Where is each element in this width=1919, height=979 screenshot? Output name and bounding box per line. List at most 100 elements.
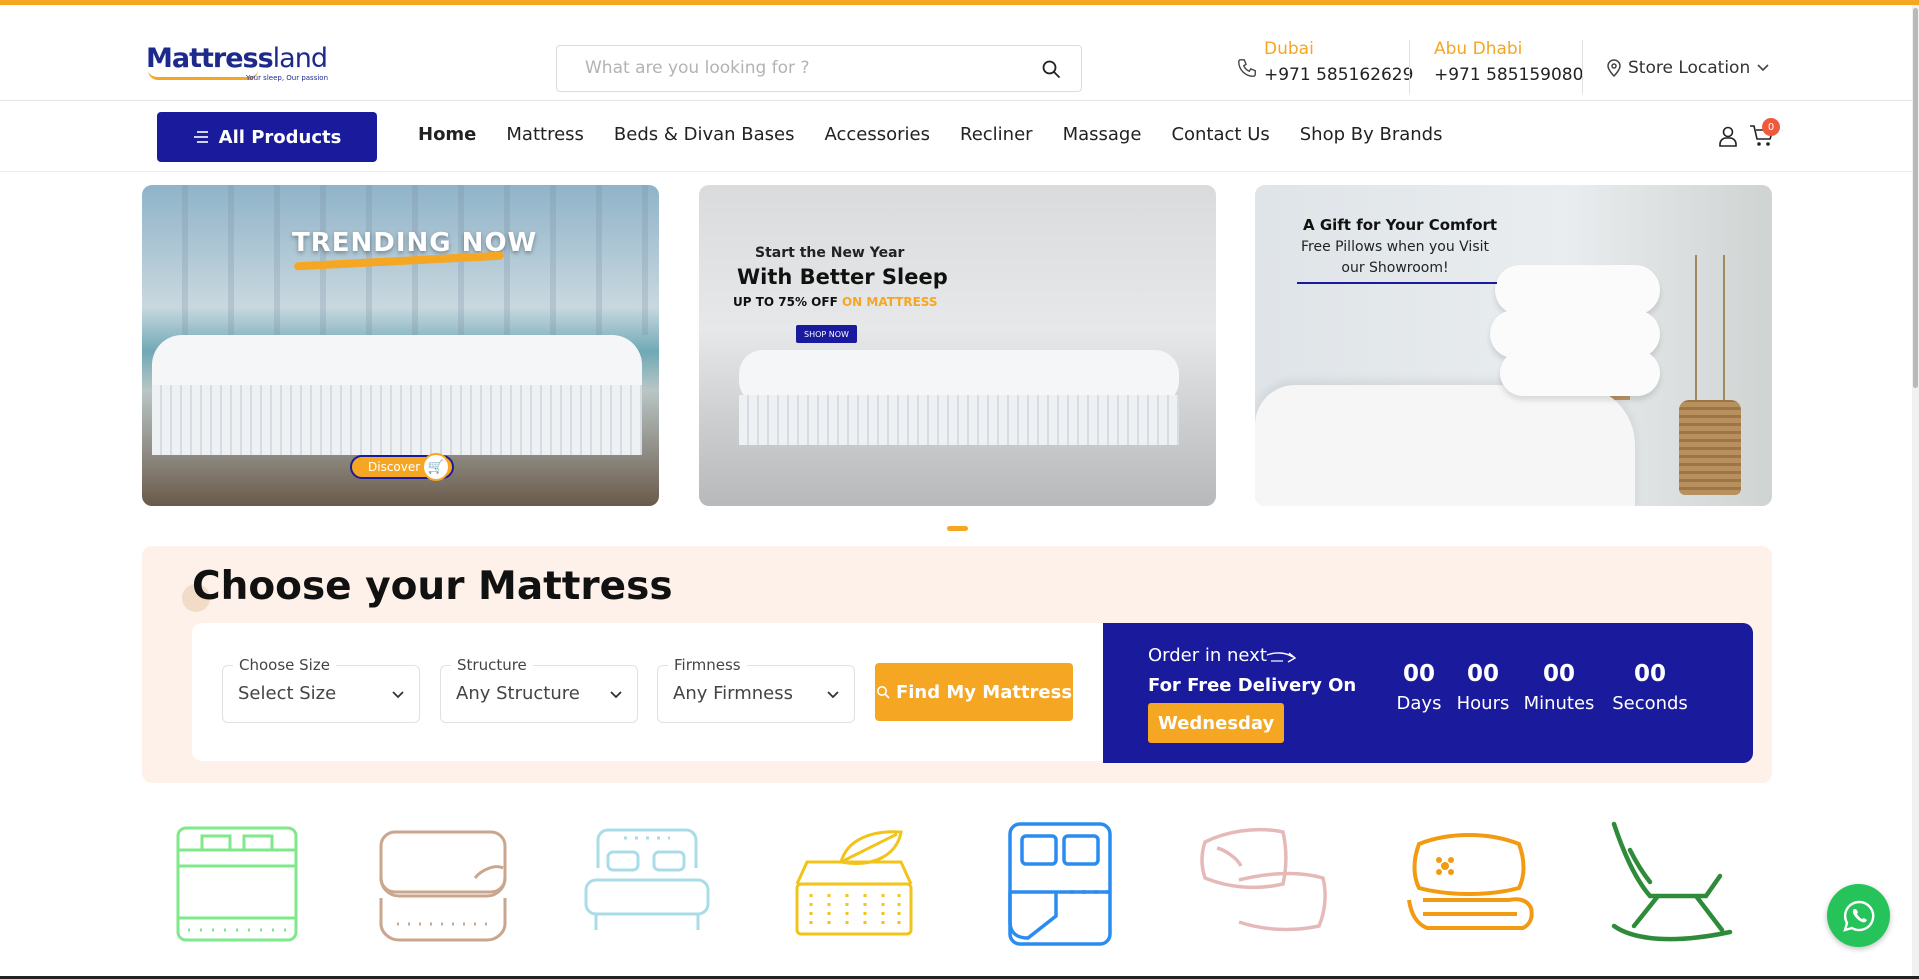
contact-dubai[interactable]: Dubai +971 585162629 bbox=[1264, 39, 1413, 95]
store-location-label: Store Location bbox=[1628, 58, 1751, 78]
duvet bbox=[1255, 385, 1635, 506]
countdown-value: 00 bbox=[1633, 661, 1666, 687]
countdown-hours: 00 Hours bbox=[1452, 661, 1514, 714]
structure-label: Structure bbox=[451, 656, 533, 674]
logo[interactable]: Mattressland Your sleep, Our passion bbox=[146, 43, 336, 91]
shop-now-button[interactable]: SHOP NOW bbox=[796, 325, 857, 343]
filter-box: Choose Size Select Size Structure Any St… bbox=[192, 623, 1105, 761]
pillow bbox=[1495, 265, 1660, 315]
contact-phone[interactable]: +971 585159080 bbox=[1434, 65, 1583, 85]
cushion-blanket-icon[interactable] bbox=[1405, 818, 1535, 948]
chevron-down-icon bbox=[1757, 64, 1769, 72]
nav-item-shop-by-brands[interactable]: Shop By Brands bbox=[1300, 124, 1443, 145]
whatsapp-icon bbox=[1842, 900, 1874, 932]
search-box bbox=[556, 45, 1082, 92]
chevron-down-icon bbox=[827, 691, 839, 699]
delivery-countdown: Order in next For Free Delivery On Wedne… bbox=[1103, 623, 1753, 763]
mattress-side bbox=[739, 395, 1179, 445]
contact-city: Abu Dhabi bbox=[1434, 39, 1523, 59]
scrollbar-thumb[interactable] bbox=[1913, 8, 1918, 388]
banner-trending[interactable]: TRENDING NOW Discover 🛒 bbox=[142, 185, 659, 506]
rocking-chair-icon[interactable] bbox=[1606, 818, 1736, 948]
nav-item-massage[interactable]: Massage bbox=[1063, 124, 1142, 145]
all-products-button[interactable]: All Products bbox=[157, 112, 377, 162]
bed-frame-icon[interactable] bbox=[172, 818, 302, 948]
structure-select[interactable]: Structure Any Structure bbox=[440, 656, 638, 723]
nav-item-beds-divan-bases[interactable]: Beds & Divan Bases bbox=[614, 124, 795, 145]
firmness-value: Any Firmness bbox=[673, 683, 793, 704]
contact-city: Dubai bbox=[1264, 39, 1314, 59]
nav-item-accessories[interactable]: Accessories bbox=[825, 124, 931, 145]
countdown-unit: Seconds bbox=[1612, 693, 1688, 714]
size-label: Choose Size bbox=[233, 656, 336, 674]
discount-text: UP TO 75% OFF bbox=[733, 295, 838, 309]
firmness-select[interactable]: Firmness Any Firmness bbox=[657, 656, 855, 723]
cart-icon[interactable]: 🛒 bbox=[422, 453, 450, 481]
nav-item-home[interactable]: Home bbox=[418, 124, 476, 145]
contact-phone[interactable]: +971 585162629 bbox=[1264, 65, 1413, 85]
countdown-value: 00 bbox=[1542, 661, 1575, 687]
natural-mattress-icon[interactable] bbox=[789, 818, 919, 948]
choose-title: Choose your Mattress bbox=[192, 564, 673, 609]
logo-swoosh bbox=[148, 70, 258, 80]
banner-line2: Free Pillows when you Visit our Showroom… bbox=[1301, 239, 1489, 276]
divider bbox=[1582, 40, 1583, 94]
banner-line2: With Better Sleep bbox=[737, 265, 948, 289]
carousel-dot[interactable] bbox=[947, 526, 968, 531]
banner-line1: A Gift for Your Comfort bbox=[1303, 216, 1498, 234]
countdown-seconds: 00 Seconds bbox=[1605, 661, 1695, 714]
countdown-days: 00 Days bbox=[1391, 661, 1447, 714]
chevron-down-icon bbox=[610, 691, 622, 699]
countdown-minutes: 00 Minutes bbox=[1519, 661, 1599, 714]
order-line2: For Free Delivery On bbox=[1148, 675, 1357, 696]
brand-suffix: land bbox=[272, 43, 328, 74]
bed-sheet-icon[interactable] bbox=[996, 818, 1126, 948]
firmness-label: Firmness bbox=[668, 656, 747, 674]
banner-underline bbox=[1297, 282, 1497, 284]
pillow bbox=[1500, 350, 1660, 396]
structure-value: Any Structure bbox=[456, 683, 580, 704]
banner-gift[interactable]: A Gift for Your Comfort Free Pillows whe… bbox=[1255, 185, 1772, 506]
mattress-topper-icon[interactable] bbox=[377, 818, 507, 948]
discount-highlight: ON MATTRESS bbox=[841, 295, 938, 309]
countdown-unit: Minutes bbox=[1523, 693, 1595, 714]
banner-line1: Start the New Year bbox=[755, 245, 905, 261]
divider bbox=[1409, 40, 1410, 94]
whatsapp-button[interactable] bbox=[1827, 884, 1890, 947]
bed-icon[interactable] bbox=[582, 818, 712, 948]
plant-icon bbox=[1695, 255, 1725, 405]
banner-new-year[interactable]: Start the New Year With Better Sleep UP … bbox=[699, 185, 1216, 506]
store-location-dropdown[interactable]: Store Location bbox=[1606, 55, 1770, 81]
logo-tagline: Your sleep, Our passion bbox=[246, 74, 329, 82]
search-icon bbox=[876, 686, 890, 699]
nav-item-recliner[interactable]: Recliner bbox=[960, 124, 1033, 145]
size-value: Select Size bbox=[238, 683, 337, 704]
find-my-mattress-button[interactable]: Find My Mattress bbox=[875, 663, 1073, 721]
search-icon[interactable] bbox=[1041, 59, 1061, 79]
nav-item-mattress[interactable]: Mattress bbox=[506, 124, 584, 145]
search-input[interactable] bbox=[585, 58, 1005, 78]
contact-abu-dhabi[interactable]: Abu Dhabi +971 585159080 bbox=[1434, 39, 1583, 95]
chevron-down-icon bbox=[392, 691, 404, 699]
pillows-icon[interactable] bbox=[1199, 818, 1329, 948]
all-products-label: All Products bbox=[218, 126, 342, 148]
countdown-unit: Hours bbox=[1456, 693, 1510, 714]
choose-mattress-panel: Choose your Mattress Choose Size Select … bbox=[142, 546, 1772, 783]
phone-icon bbox=[1238, 59, 1256, 77]
user-icon[interactable] bbox=[1716, 124, 1740, 148]
countdown-unit: Days bbox=[1396, 693, 1442, 714]
plant-pot bbox=[1679, 400, 1741, 495]
find-button-label: Find My Mattress bbox=[895, 681, 1073, 703]
order-line1: Order in next bbox=[1148, 645, 1267, 666]
main-nav: All Products Home Mattress Beds & Divan … bbox=[0, 102, 1912, 172]
site-header: Mattressland Your sleep, Our passion Dub… bbox=[0, 5, 1912, 101]
nav-menu: Home Mattress Beds & Divan Bases Accesso… bbox=[418, 124, 1442, 145]
countdown-value: 00 bbox=[1402, 661, 1435, 687]
location-pin-icon bbox=[1607, 59, 1621, 77]
size-select[interactable]: Choose Size Select Size bbox=[222, 656, 420, 723]
banner-line3: UP TO 75% OFF ON MATTRESS bbox=[733, 295, 938, 309]
nav-item-contact-us[interactable]: Contact Us bbox=[1171, 124, 1269, 145]
delivery-day-badge: Wednesday bbox=[1148, 703, 1285, 743]
arrow-icon bbox=[1266, 652, 1297, 663]
countdown-value: 00 bbox=[1466, 661, 1499, 687]
